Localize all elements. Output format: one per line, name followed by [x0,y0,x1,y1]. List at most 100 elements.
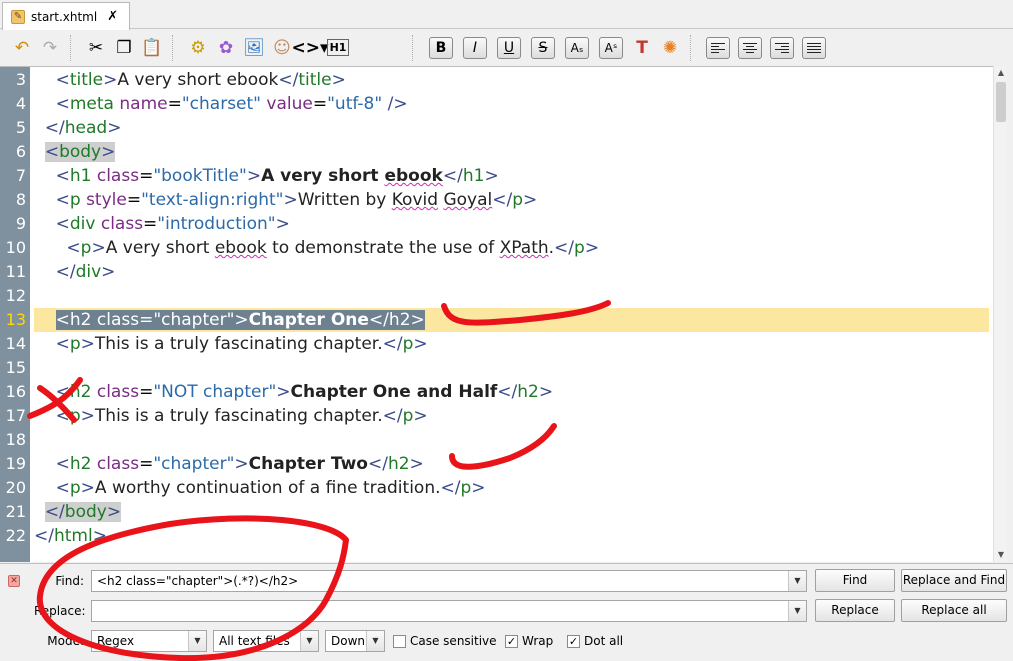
superscript-icon[interactable]: Aˢ [599,36,623,59]
find-label: Find: [55,574,84,588]
direction-select[interactable]: Down ▼ [325,630,385,652]
find-button[interactable]: Find [815,569,895,592]
code-line-14: <p>This is a truly fascinating chapter.<… [34,334,428,354]
replace-input[interactable]: ▼ [91,600,807,622]
find-replace-panel: ✕ Find: <h2 class="chapter">(.*?)</h2> ▼… [0,563,1013,661]
text-color-icon[interactable]: T [628,34,656,62]
chevron-down-icon[interactable]: ▼ [788,571,806,591]
close-tab-icon[interactable]: ✗ [107,9,118,24]
case-sensitive-label: Case sensitive [410,634,497,648]
line-number: 12 [5,286,26,305]
cut-icon[interactable]: ✂ [82,34,110,62]
line-number: 11 [5,262,26,281]
replace-button[interactable]: Replace [815,599,895,622]
replace-label: Replace: [34,604,86,618]
align-center-icon[interactable] [738,36,762,59]
wrap-checkbox[interactable]: ✓ Wrap [505,633,553,649]
line-number: 4 [15,94,26,113]
line-number: 5 [15,118,26,137]
code-line-4: <meta name="charset" value="utf-8" /> [34,94,408,114]
line-number: 17 [5,406,26,425]
dot-all-checkbox[interactable]: ✓ Dot all [567,633,623,649]
scope-select[interactable]: All text files ▼ [213,630,319,652]
line-number: 15 [5,358,26,377]
code-line-5: </head> [34,118,122,138]
line-number: 19 [5,454,26,473]
code-line-20: <p>A worthy continuation of a fine tradi… [34,478,486,498]
redo-icon[interactable]: ↷ [36,34,64,62]
italic-label: I [472,39,478,56]
dot-all-label: Dot all [584,634,624,648]
code-line-22: </html> [34,526,107,546]
replace-all-button[interactable]: Replace all [901,599,1007,622]
bold-button[interactable]: B [429,36,453,59]
toolbar-separator [412,34,420,61]
chevron-down-icon[interactable]: ▼ [188,631,206,651]
case-sensitive-checkbox[interactable]: Case sensitive [393,633,497,649]
paste-icon[interactable]: 📋 [138,34,166,62]
code-line-21: </body> [44,502,122,522]
mode-select[interactable]: Regex ▼ [91,630,207,652]
code-line-19: <h2 class="chapter">Chapter Two</h2> [34,454,424,474]
find-input[interactable]: <h2 class="chapter">(.*?)</h2> ▼ [91,570,807,592]
subscript-icon[interactable]: Aₛ [565,36,589,59]
close-find-panel-icon[interactable]: ✕ [8,575,20,587]
tab-bar: ✎ start.xhtml ✗ [0,0,1013,30]
heading-icon[interactable]: H1 [324,34,352,62]
wrap-label: Wrap [522,634,554,648]
toolbar-separator [70,34,78,61]
replace-and-find-button[interactable]: Replace and Find [901,569,1007,592]
background-color-icon[interactable]: ✺ [656,34,684,62]
align-right-icon[interactable] [770,36,794,59]
line-number: 14 [5,334,26,353]
tab-start-xhtml[interactable]: ✎ start.xhtml ✗ [2,2,130,30]
strikethrough-button[interactable]: S [531,36,555,59]
scroll-up-arrow-icon[interactable]: ▲ [994,66,1008,80]
editor-toolbar: ↶ ↷ ✂ ❐ 📋 ⚙ ✿ 🖼 ☺ <>▾ H1 B I U S Aₛ Aˢ T… [0,30,1013,65]
line-number-gutter: 3 4 5 6 7 8 9 10 11 12 13 14 15 16 17 18 19 20 21 22 [0,67,30,562]
italic-button[interactable]: I [463,36,487,59]
code-line-9: <div class="introduction"> [34,214,290,234]
undo-icon[interactable]: ↶ [8,34,36,62]
line-number: 13 [5,310,26,329]
scope-select-value: All text files [219,634,290,648]
underline-label: U [503,39,515,56]
code-line-11: </div> [34,262,116,282]
edit-pencil-icon: ✎ [11,9,25,24]
insert-special-character-icon[interactable]: ✿ [212,34,240,62]
code-line-10: <p>A very short ebook to demonstrate the… [34,238,600,258]
toolbar-separator [172,34,180,61]
mode-label: Mode: [47,634,84,648]
checkmark-icon[interactable]: ✓ [567,634,580,648]
chevron-down-icon[interactable]: ▼ [366,631,384,651]
tab-label: start.xhtml [31,9,98,24]
code-line-6: <body> [44,142,116,162]
copy-icon[interactable]: ❐ [110,34,138,62]
align-left-icon[interactable] [706,36,730,59]
code-line-7: <h1 class="bookTitle">A very short ebook… [34,166,499,186]
code-line-17: <p>This is a truly fascinating chapter.<… [34,406,428,426]
case-sensitive-box[interactable] [393,634,406,648]
line-number: 22 [5,526,26,545]
editor-vertical-scrollbar[interactable]: ▲ ▼ [993,66,1007,562]
line-number: 6 [15,142,26,161]
line-number: 9 [15,214,26,233]
toolbar-separator [690,34,698,61]
mode-select-value: Regex [97,634,135,648]
insert-image-icon[interactable]: ⚙ [184,34,212,62]
checkmark-icon[interactable]: ✓ [505,634,518,648]
scroll-thumb[interactable] [996,82,1006,122]
insert-link-icon[interactable]: 🖼 [240,34,268,62]
line-number: 18 [5,430,26,449]
code-line-16: <h2 class="NOT chapter">Chapter One and … [34,382,554,402]
justify-icon[interactable] [802,36,826,59]
insert-tag-icon[interactable]: <>▾ [291,34,328,62]
bold-label: B [435,39,447,56]
scroll-down-arrow-icon[interactable]: ▼ [994,548,1008,562]
underline-button[interactable]: U [497,36,521,59]
chevron-down-icon[interactable]: ▼ [300,631,318,651]
line-number: 7 [15,166,26,185]
code-line-3: <title>A very short ebook</title> [34,70,346,90]
code-editor[interactable]: 3 4 5 6 7 8 9 10 11 12 13 14 15 16 17 18 19 20 21 22 <title… [0,66,1007,562]
chevron-down-icon[interactable]: ▼ [788,601,806,621]
